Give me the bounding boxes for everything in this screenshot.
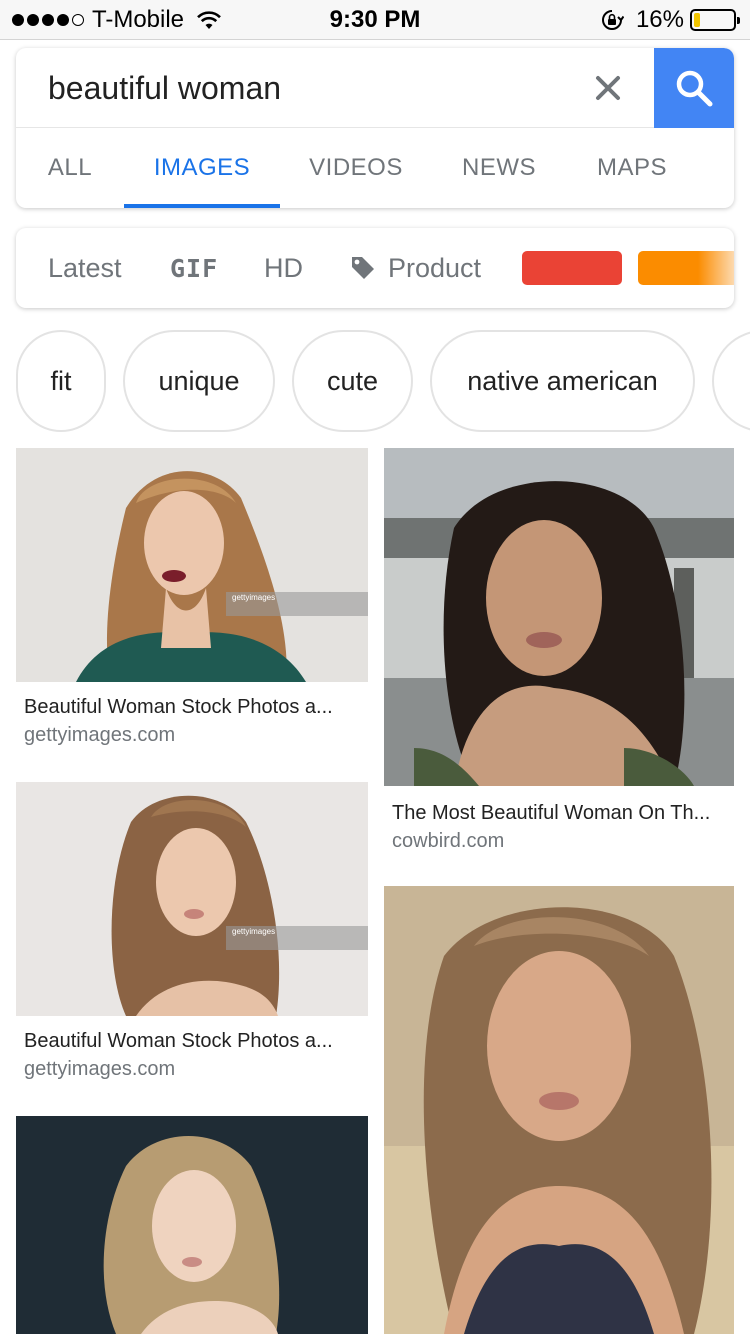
chip-unique[interactable]: unique (123, 330, 275, 432)
filter-gif[interactable]: GIF (170, 228, 218, 308)
battery-percent: 16% (635, 6, 684, 33)
chip-native-american[interactable]: native american (430, 330, 695, 432)
status-bar-right: 16% (600, 6, 740, 34)
color-filter-red[interactable] (522, 251, 622, 285)
search-input[interactable] (48, 66, 568, 110)
clear-search-button[interactable] (586, 68, 630, 108)
battery-level (694, 13, 701, 27)
filter-product[interactable]: Product (350, 228, 481, 308)
filter-hd[interactable]: HD (264, 228, 303, 308)
watermark: gettyimages (232, 593, 275, 602)
chip-cute[interactable]: cute (292, 330, 413, 432)
search-bar (16, 48, 734, 128)
watermark: gettyimages (232, 927, 275, 936)
related-search-chips: fit unique cute native american v (16, 330, 750, 432)
image-result[interactable]: gettyimages Beautiful Woman Stock Photos… (16, 448, 368, 764)
image-result[interactable]: gettyimages Beautiful Woman Stock Photos… (16, 782, 368, 1098)
tab-videos[interactable]: VIDEOS (300, 128, 412, 208)
result-thumbnail (384, 448, 734, 786)
image-result[interactable] (16, 1116, 368, 1334)
search-button[interactable] (654, 48, 734, 128)
tag-icon (352, 257, 374, 279)
tab-all[interactable]: ALL (38, 128, 102, 208)
result-source: cowbird.com (392, 830, 505, 852)
search-tabs: ALL IMAGES VIDEOS NEWS MAPS (16, 128, 734, 208)
result-thumbnail (16, 1116, 368, 1334)
result-thumbnail (384, 886, 734, 1334)
tab-news[interactable]: NEWS (456, 128, 542, 208)
color-filter-orange[interactable] (638, 251, 734, 285)
gif-label: GIF (170, 253, 219, 283)
filter-latest[interactable]: Latest (48, 228, 122, 308)
chip-partial[interactable]: v (712, 330, 750, 432)
result-thumbnail: gettyimages (16, 782, 368, 1016)
result-title: The Most Beautiful Woman On Th... (392, 802, 711, 824)
result-source: gettyimages.com (24, 724, 176, 746)
filter-bar: Latest GIF HD Product (16, 228, 734, 308)
search-card: ALL IMAGES VIDEOS NEWS MAPS (16, 48, 734, 208)
close-icon (596, 76, 620, 100)
tab-images[interactable]: IMAGES (124, 128, 280, 208)
result-source: gettyimages.com (24, 1058, 176, 1080)
search-icon (676, 70, 713, 107)
image-result[interactable]: The Most Beautiful Woman On Th... cowbir… (384, 448, 734, 868)
image-result[interactable] (384, 886, 734, 1334)
result-title: Beautiful Woman Stock Photos a... (24, 696, 333, 718)
tab-maps[interactable]: MAPS (592, 128, 672, 208)
result-title: Beautiful Woman Stock Photos a... (24, 1030, 333, 1052)
filter-product-label: Product (388, 252, 482, 283)
result-thumbnail: gettyimages (16, 448, 368, 682)
battery-icon (690, 9, 740, 31)
status-bar: T-Mobile 9:30 PM 16% (0, 0, 750, 40)
chip-fit[interactable]: fit (16, 330, 106, 432)
rotation-lock-icon (601, 10, 624, 30)
active-tab-indicator (124, 204, 280, 208)
